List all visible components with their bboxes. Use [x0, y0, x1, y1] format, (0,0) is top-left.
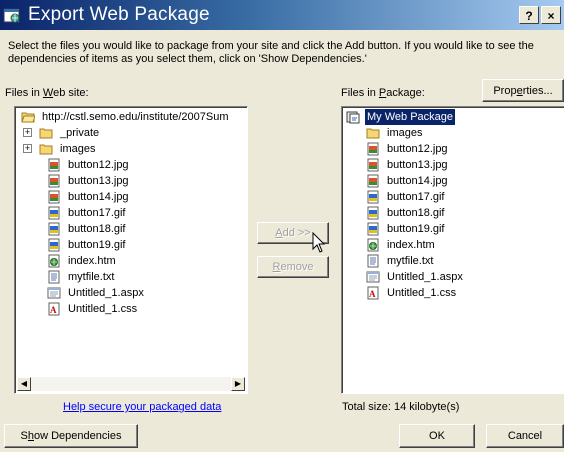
tree-root-label: http://cstl.semo.edu/institute/2007Sum	[42, 111, 229, 123]
tree-item-label: Untitled_1.aspx	[68, 287, 144, 299]
tree-item-label: button12.jpg	[68, 159, 129, 171]
title-bar[interactable]: Export Web Package ? ×	[0, 0, 564, 30]
ok-button[interactable]: OK	[399, 424, 475, 448]
help-button[interactable]: ?	[519, 6, 539, 24]
help-secure-link[interactable]: Help secure your packaged data	[63, 401, 221, 413]
tree-item-label: button14.jpg	[68, 191, 129, 203]
button-text: rties...	[522, 84, 553, 97]
files-in-website-label: Files in Web site:	[5, 87, 89, 99]
tree-item-label: button19.gif	[68, 239, 126, 251]
tree-item-label: Untitled_1.css	[68, 303, 138, 315]
package-files-tree[interactable]: My Web Package images button12.jpg button1…	[341, 106, 564, 394]
button-text: S	[20, 430, 28, 442]
tree-item-label: images	[387, 127, 423, 139]
tree-item-label: button18.gif	[68, 223, 126, 235]
txt-file-icon	[48, 270, 60, 284]
tree-item-label: button19.gif	[387, 223, 445, 235]
jpg-file-icon	[48, 190, 60, 204]
button-accelerator: A	[275, 227, 283, 239]
folder-open-icon	[21, 112, 35, 123]
tree-item-label: Untitled_1.aspx	[387, 271, 463, 283]
jpg-file-icon	[367, 174, 379, 188]
label-accelerator: W	[42, 87, 54, 99]
svg-text:A: A	[369, 289, 376, 299]
tree-item-label: button17.gif	[387, 191, 445, 203]
tree-item-label: button12.jpg	[387, 143, 448, 155]
tree-item-label: images	[60, 143, 96, 155]
gif-file-icon	[48, 222, 60, 236]
show-dependencies-button[interactable]: Show Dependencies	[4, 424, 138, 448]
tree-item-label: index.htm	[387, 239, 435, 251]
tree-item-label: button17.gif	[68, 207, 126, 219]
gif-file-icon	[367, 190, 379, 204]
horizontal-scrollbar[interactable]: ◀ ▶	[17, 377, 245, 391]
jpg-file-icon	[48, 174, 60, 188]
jpg-file-icon	[367, 158, 379, 172]
window-title: Export Web Package	[28, 4, 210, 25]
button-text: dd >>	[282, 227, 311, 239]
total-size-label: Total size: 14 kilobyte(s)	[342, 401, 460, 413]
htm-file-icon	[367, 238, 379, 252]
gif-file-icon	[48, 206, 60, 220]
close-button[interactable]: ×	[541, 6, 561, 24]
folder-icon	[39, 144, 53, 155]
tree-item-label: button13.jpg	[387, 159, 448, 171]
cancel-button[interactable]: Cancel	[486, 424, 564, 448]
txt-file-icon	[367, 254, 379, 268]
svg-text:A: A	[50, 305, 57, 315]
label-text: eb site:	[53, 87, 89, 99]
css-file-icon: A	[367, 286, 379, 300]
htm-file-icon	[48, 254, 60, 268]
instructions-line-1: Select the files you would like to packa…	[8, 40, 534, 52]
folder-icon	[39, 128, 53, 139]
tree-item-label: index.htm	[68, 255, 116, 267]
properties-button[interactable]: Properties...	[482, 79, 564, 102]
tree-item-label: button18.gif	[387, 207, 445, 219]
tree-root-label: My Web Package	[363, 108, 457, 126]
jpg-file-icon	[48, 158, 60, 172]
button-text: Prop	[493, 84, 517, 97]
tree-item-label: mytfile.txt	[68, 271, 115, 283]
button-text: ow Dependencies	[34, 430, 122, 442]
jpg-file-icon	[367, 142, 379, 156]
scroll-left-button[interactable]: ◀	[17, 377, 31, 391]
label-text: Files in	[5, 87, 43, 99]
files-in-package-label: Files in Package:	[341, 87, 425, 99]
remove-button[interactable]: Remove	[257, 256, 329, 278]
tree-item-label: _private	[60, 127, 100, 139]
aspx-file-icon	[366, 271, 380, 283]
gif-file-icon	[48, 238, 60, 252]
aspx-file-icon	[47, 287, 61, 299]
scroll-right-button[interactable]: ▶	[231, 377, 245, 391]
expand-icon[interactable]: +	[23, 128, 32, 137]
button-text: emove	[280, 261, 314, 273]
css-file-icon: A	[48, 302, 60, 316]
tree-item-label: button14.jpg	[387, 175, 448, 187]
web-package-icon	[346, 111, 360, 124]
tree-item-label: mytfile.txt	[387, 255, 434, 267]
tree-item-label: button13.jpg	[68, 175, 129, 187]
gif-file-icon	[367, 222, 379, 236]
instructions-line-2: dependencies of items as you select them…	[8, 53, 367, 65]
expand-icon[interactable]: +	[23, 144, 32, 153]
folder-icon	[366, 128, 380, 139]
mouse-pointer-icon	[312, 232, 326, 253]
tree-item-label: Untitled_1.css	[387, 287, 457, 299]
label-text: Files in	[341, 87, 379, 99]
app-icon	[3, 8, 20, 23]
label-text: ackage:	[386, 87, 425, 99]
instructions: Select the files you would like to packa…	[8, 40, 564, 66]
website-files-tree[interactable]: http://cstl.semo.edu/institute/2007Sum +…	[14, 106, 248, 394]
gif-file-icon	[367, 206, 379, 220]
